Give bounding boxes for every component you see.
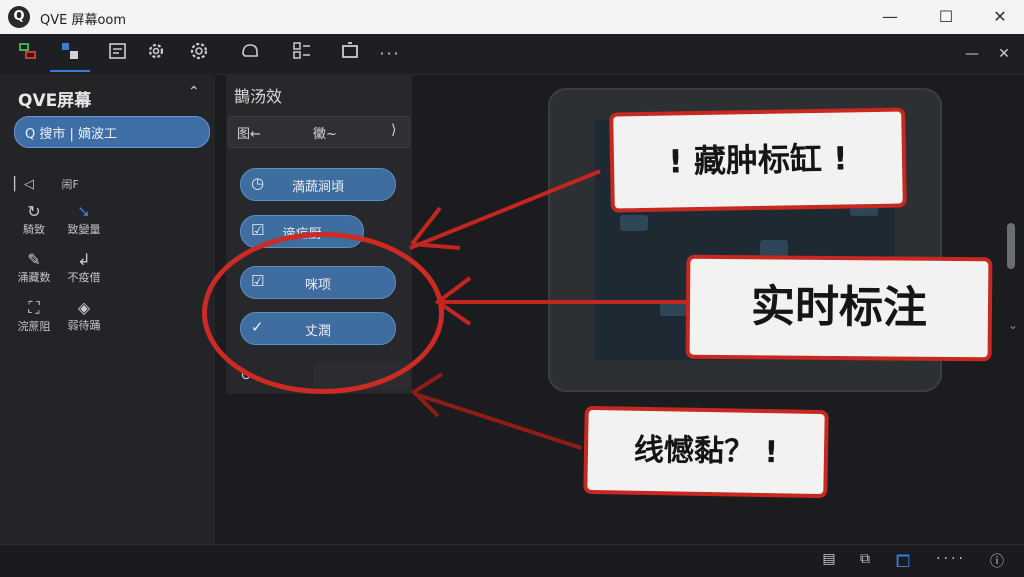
arrow-head — [434, 276, 472, 326]
chevron-down-icon[interactable]: ⌄ — [1008, 318, 1018, 332]
background-key — [620, 215, 648, 231]
tool-label: 致變量 — [67, 223, 101, 236]
refresh-icon: ↻ — [27, 202, 41, 221]
rotate-button[interactable]: 图← — [237, 123, 261, 142]
paint-icon: ⛶ — [28, 298, 40, 317]
tool-item[interactable]: ➘ 致變量 — [62, 202, 106, 237]
dropdown-button[interactable]: 黴~ — [313, 123, 337, 142]
tool-item[interactable]: ↲ 不疫借 — [62, 250, 106, 285]
info-icon[interactable]: ⓘ — [986, 551, 1008, 571]
tool-item[interactable]: ✎ 涌藏数 — [14, 250, 54, 285]
arrow-head — [410, 372, 444, 418]
chevron-up-icon[interactable]: ⌃ — [188, 84, 200, 100]
left-panel: QVE屏幕 ⌃ Q 搜市 | 嫡波工 ▏◁ 闹F ↻ 騎致 ➘ 致變量 ✎ 涌藏… — [0, 74, 215, 544]
title-bar: Q QVE 屏幕oom — ☐ ✕ — [0, 0, 1024, 35]
status-bar: ▤ ⧉ ⧠ ···· ⓘ — [0, 544, 1024, 577]
option-pill[interactable]: ◷ 満蔬涧頃 — [240, 168, 396, 201]
window-icon[interactable]: ⧠ — [892, 551, 914, 572]
tool-item[interactable]: ⛶ 浣蔗阻 — [12, 298, 56, 334]
dots-icon[interactable]: ···· — [930, 551, 972, 571]
search-input[interactable]: Q 搜市 | 嫡波工 — [14, 116, 210, 148]
window-title: QVE 屏幕oom — [40, 13, 127, 28]
app-logo: Q — [8, 6, 30, 28]
pen-icon: ✎ — [27, 250, 41, 269]
panel-toolbar: 图← 黴~ ⟩ — [228, 116, 410, 148]
tool-label: 闹F — [61, 178, 79, 191]
close-button[interactable]: ✕ — [980, 4, 1020, 30]
panel-title: QVE屏幕 — [18, 91, 92, 111]
message-icon[interactable]: ▤ — [818, 551, 840, 571]
annotation-note: 线憾黏？ ! — [583, 405, 829, 499]
tool-label: 涌藏数 — [17, 271, 51, 284]
chat-icon[interactable] — [236, 40, 264, 68]
corner-icon: ↲ — [77, 250, 91, 269]
annotation-note: ! 藏肿标缸 ! — [609, 107, 907, 213]
panel-close-button[interactable]: ✕ — [990, 40, 1018, 68]
background-key — [760, 240, 788, 256]
search-label: Q 搜市 | 嫡波工 — [25, 127, 118, 142]
chevron-right-icon[interactable]: ⟩ — [391, 122, 396, 138]
toolbar: ··· — ✕ — [0, 34, 1024, 75]
annotation-note: 实时标注 — [685, 254, 993, 362]
panel-heading: 鵲汤效 — [234, 87, 283, 106]
vertical-scrollbar[interactable] — [1007, 223, 1015, 269]
minimize-button[interactable]: — — [870, 4, 910, 30]
checklist-icon[interactable] — [104, 40, 132, 68]
settings-icon[interactable] — [185, 40, 213, 68]
grid-icon[interactable] — [288, 40, 316, 68]
tool-label: 浣蔗阻 — [17, 320, 51, 333]
select-icon[interactable] — [56, 40, 84, 68]
gear-icon[interactable] — [142, 40, 170, 68]
panel-minimize-button[interactable]: — — [958, 40, 986, 68]
active-tab-indicator — [50, 70, 90, 72]
arrow-head — [410, 206, 461, 250]
cursor-icon: ➘ — [77, 202, 91, 221]
more-icon[interactable]: ··· — [376, 40, 404, 68]
tool-item[interactable]: ↻ 騎致 — [16, 202, 52, 237]
frame-icon[interactable] — [336, 40, 364, 68]
layers-icon[interactable] — [14, 40, 42, 68]
tool-label: 弱待踊 — [67, 319, 101, 332]
stack-icon: ◈ — [77, 298, 91, 317]
tool-label: 騎致 — [23, 223, 45, 236]
tool-item[interactable]: ◈ 弱待踊 — [62, 298, 106, 333]
tool-item[interactable]: ▏◁ 闹F — [14, 176, 79, 192]
speaker-icon: ▏◁ — [14, 177, 34, 192]
copy-icon[interactable]: ⧉ — [854, 551, 876, 571]
option-label: 満蔬涧頃 — [291, 180, 344, 195]
maximize-button[interactable]: ☐ — [926, 4, 966, 30]
tool-label: 不疫借 — [67, 271, 101, 284]
